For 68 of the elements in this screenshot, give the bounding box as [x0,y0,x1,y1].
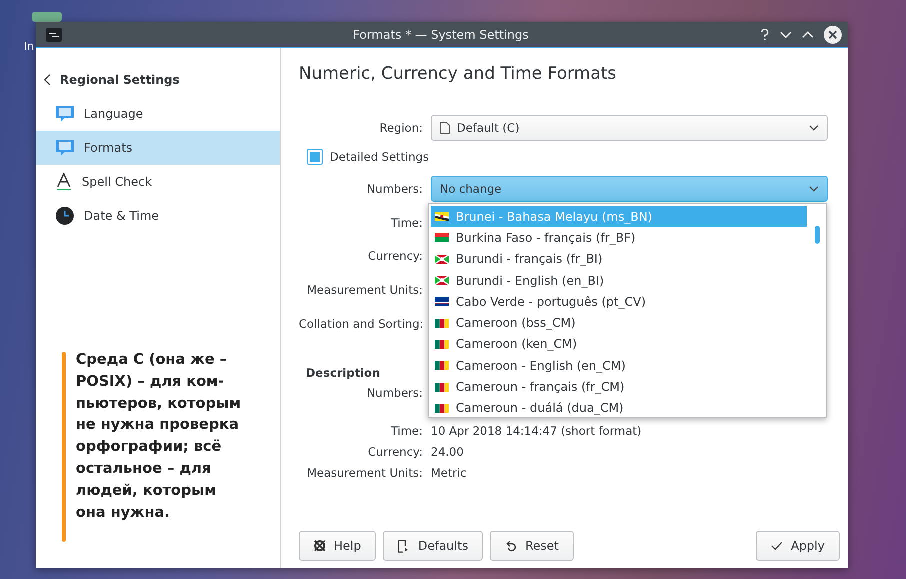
document-icon [440,122,450,134]
scrollbar-thumb[interactable] [815,226,820,244]
field-label: Numbers: [366,182,424,196]
field-value: Metric [431,466,467,480]
checkmark-icon [771,541,784,551]
checkbox-label: Detailed Settings [330,150,430,164]
flag-icon [435,361,449,370]
sidebar-item[interactable]: Date & Time [36,199,280,233]
sidebar-item[interactable]: Formats [36,131,280,165]
region-dropdown[interactable]: Default (C) [431,115,828,141]
field-label: Time: [390,216,424,230]
field-label: Region: [378,121,424,135]
chevron-icon [809,125,819,131]
chevron-icon [809,186,819,192]
dropdown-option[interactable]: Cameroon (bss_CM) [431,312,807,334]
flag-icon [435,276,449,286]
minimize-icon[interactable] [780,30,792,38]
maximize-icon[interactable] [802,30,814,38]
dropdown-option[interactable]: Burkina Faso - français (fr_BF) [431,227,807,249]
desktop-icon-label[interactable]: In [24,40,34,53]
reset-button[interactable]: Reset [490,531,574,561]
defaults-button[interactable]: Defaults [383,531,484,561]
field-label: Numbers: [366,386,424,402]
flag-icon [435,297,449,306]
window-title: Formats * — System Settings [352,28,530,42]
field-label: Currency: [367,445,424,462]
page-title: Numeric, Currency and Time Formats [299,64,618,84]
sidebar-item[interactable]: Language [36,97,280,131]
dropdown-option[interactable]: Cabo Verde - português (pt_CV) [431,291,807,312]
field-label: Measurement Units: [306,282,424,297]
section-heading: Description [306,366,380,380]
dropdown-option[interactable]: Cameroon (ken_CM) [431,334,807,356]
flag-icon [435,212,449,222]
sidebar-item[interactable]: Spell Check [36,165,280,199]
clock-icon [56,207,74,225]
flag-icon [435,233,449,242]
flag-icon [435,404,449,413]
back-icon [44,74,51,86]
dropdown-option[interactable]: Cameroon - English (en_CM) [431,355,807,376]
dropdown-option[interactable]: Burundi - English (en_BI) [431,270,807,292]
speech-bubble-icon [56,105,74,123]
field-label: Collation and Sorting: [299,316,425,331]
field-value: 10 Apr 2018 14:14:47 (short format) [431,424,642,438]
field-value: 24.00 [431,445,464,460]
help-button[interactable]: Help [299,531,376,561]
flag-icon [435,382,449,392]
help-icon[interactable] [760,28,770,40]
dropdown-option[interactable]: Cameroun - français (fr_CM) [431,376,807,398]
letter-a-icon [56,173,72,191]
dropdown-option[interactable]: Cameroun - duálá (dua_CM) [431,398,807,419]
flag-icon [435,254,449,264]
app-icon [46,28,62,42]
back-button[interactable]: Regional Settings [36,62,280,97]
speech-bubble-icon [56,139,74,157]
field-label: Time: [390,424,424,440]
apply-button[interactable]: Apply [756,531,840,561]
undo-icon [505,540,518,552]
dropdown-option[interactable]: Burundi - français (fr_BI) [431,248,807,270]
field-label: Measurement Units: [306,466,424,482]
flag-icon [435,318,449,328]
close-icon[interactable] [824,26,842,44]
callout-text: Среда C (она же – POSIX) – для ком- пьютеров, которым не нужна проверка орфографии; всё остальное – для людей, которым она нужна. [76,351,242,523]
field-label: Currency: [367,249,424,264]
flag-icon [435,340,449,349]
numbers-dropdown[interactable]: No change [431,176,828,202]
document-icon [398,540,410,552]
lifebuoy-icon [314,540,326,552]
checkbox[interactable] [307,149,323,165]
